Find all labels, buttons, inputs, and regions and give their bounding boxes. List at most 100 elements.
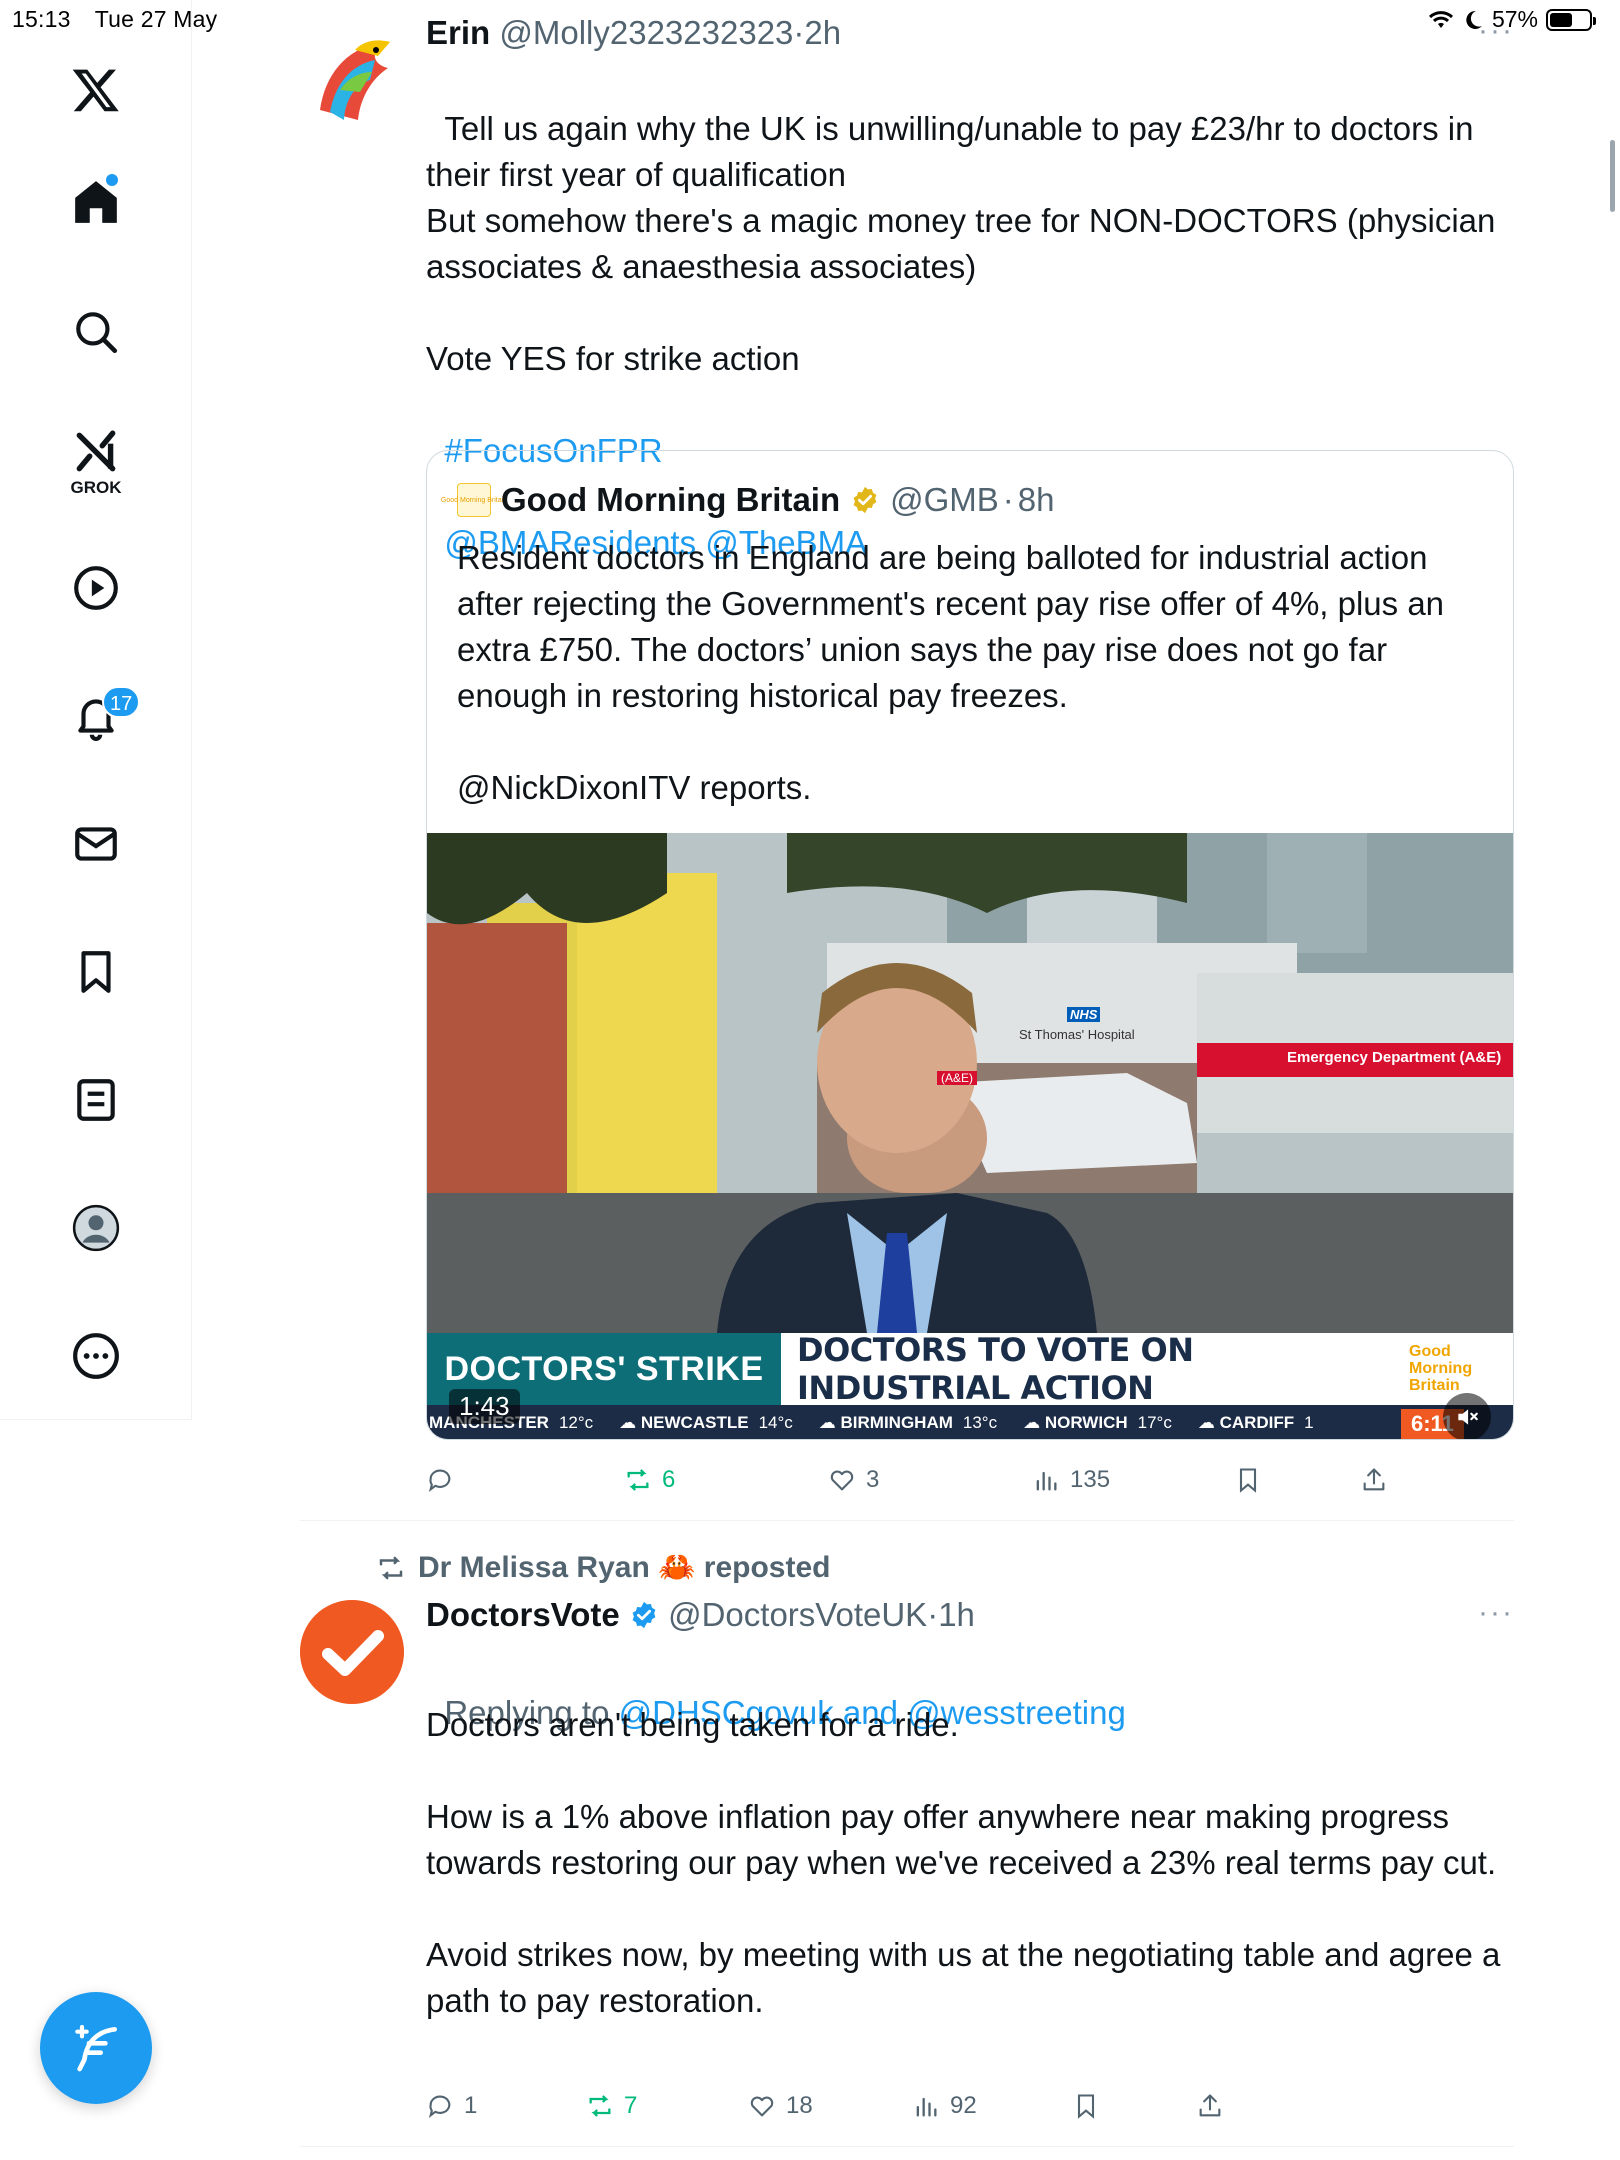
reply-icon bbox=[428, 2095, 451, 2118]
quoted-time[interactable]: 8h bbox=[1018, 481, 1055, 519]
search-icon[interactable] bbox=[66, 302, 126, 362]
repost-icon bbox=[589, 2095, 611, 2117]
tweet1-actions: 6 3 135 bbox=[0, 1460, 1620, 1500]
grok-icon[interactable] bbox=[66, 422, 126, 482]
scrollbar-thumb[interactable] bbox=[1610, 140, 1615, 212]
nhs-logo: NHS bbox=[1067, 1007, 1101, 1022]
battery-icon bbox=[1546, 8, 1596, 31]
tweet2-header: DoctorsVote @DoctorsVoteUK·1h bbox=[426, 1596, 975, 1634]
tweet2-author-name[interactable]: DoctorsVote bbox=[426, 1596, 620, 1633]
weather-item: ☁ CARDIFF 1 bbox=[1198, 1413, 1314, 1433]
tweet2-repost-button[interactable]: 7 bbox=[586, 2092, 637, 2120]
speaker-muted-icon bbox=[1458, 1409, 1478, 1425]
hospital-sign: St Thomas' Hospital bbox=[1019, 1027, 1135, 1042]
grok-label: GROK bbox=[70, 478, 122, 497]
bookmark-icon bbox=[1239, 1468, 1257, 1493]
tweet1-share-button[interactable] bbox=[1360, 1466, 1388, 1494]
tweet2-text: Doctors aren't being taken for a ride. H… bbox=[426, 1706, 1501, 2019]
tweet1-reply-button[interactable] bbox=[426, 1466, 464, 1494]
repost-icon bbox=[627, 1469, 649, 1491]
emergency-department-sign: Emergency Department (A&E) bbox=[1287, 1049, 1502, 1066]
share-icon bbox=[1199, 2094, 1221, 2117]
tweet2-like-button[interactable]: 18 bbox=[748, 2092, 813, 2120]
heart-icon bbox=[830, 1470, 854, 1491]
share-icon bbox=[1363, 1468, 1385, 1491]
tweet1-like-count: 3 bbox=[866, 1466, 880, 1493]
news-ticker: DOCTORS' STRIKE DOCTORS TO VOTE ON INDUS… bbox=[427, 1331, 1513, 1407]
ticker-gmb-logo: Good Morning Britain bbox=[1395, 1333, 1513, 1405]
repost-icon bbox=[379, 1556, 403, 1579]
tweet1-dot: · bbox=[793, 14, 805, 51]
ticker-headline: DOCTORS TO VOTE ON INDUSTRIAL ACTION bbox=[781, 1331, 1395, 1407]
tweet2-author-handle[interactable]: @DoctorsVoteUK bbox=[668, 1596, 927, 1633]
quoted-author-name[interactable]: Good Morning Britain bbox=[501, 481, 840, 519]
video-play-icon[interactable] bbox=[66, 558, 126, 618]
weather-temp: 12°c bbox=[558, 1413, 594, 1432]
quoted-tweet-text: Resident doctors in England are being ba… bbox=[457, 539, 1445, 806]
tweet2-bookmark-button[interactable] bbox=[1072, 2092, 1100, 2120]
tweet1-view-count: 135 bbox=[1070, 1466, 1111, 1493]
notifications-badge: 17 bbox=[102, 686, 141, 718]
quoted-tweet-card[interactable]: Good Morning Britain Good Morning Britai… bbox=[426, 450, 1514, 1440]
tweet2-dot: · bbox=[927, 1596, 939, 1633]
tweet-divider bbox=[300, 1520, 1514, 1521]
quoted-dot: · bbox=[1002, 481, 1014, 518]
tweet2-repost-count: 7 bbox=[624, 2092, 638, 2119]
weather-temp: 17°c bbox=[1137, 1413, 1172, 1432]
weather-city: ☁ NEWCASTLE bbox=[619, 1413, 749, 1432]
bookmark-icon bbox=[1077, 2094, 1095, 2119]
tweet-divider bbox=[300, 2146, 1514, 2147]
quoted-author-handle[interactable]: @GMB bbox=[890, 481, 999, 519]
weather-item: ☁ NEWCASTLE 14°c bbox=[619, 1413, 793, 1433]
weather-strip: MANCHESTER12°c☁ NEWCASTLE14°c☁ BIRMINGHA… bbox=[427, 1405, 1513, 1439]
reply-icon bbox=[428, 1469, 451, 1492]
video-duration: 1:43 bbox=[449, 1389, 520, 1424]
mute-button[interactable] bbox=[1443, 1393, 1491, 1439]
tweet1-repost-count: 6 bbox=[662, 1466, 676, 1493]
weather-city: ☁ BIRMINGHAM bbox=[818, 1413, 953, 1432]
tweet2-share-button[interactable] bbox=[1196, 2092, 1224, 2120]
tweet1-author-name[interactable]: Erin bbox=[426, 14, 490, 51]
doctorsvote-avatar[interactable] bbox=[300, 1600, 404, 1704]
messages-envelope-icon[interactable] bbox=[66, 814, 126, 874]
views-chart-icon bbox=[916, 2097, 937, 2117]
erin-avatar[interactable] bbox=[300, 20, 404, 124]
tweet1-more-icon[interactable]: ··· bbox=[1478, 14, 1514, 48]
tweet2-time[interactable]: 1h bbox=[938, 1596, 975, 1633]
verified-gold-badge-icon bbox=[853, 486, 877, 514]
weather-temp: 13°c bbox=[962, 1413, 998, 1432]
tweet2-reply-count: 1 bbox=[464, 2092, 478, 2119]
more-options-icon[interactable] bbox=[66, 1326, 126, 1386]
x-logo-icon[interactable] bbox=[66, 60, 126, 120]
tweet2-like-count: 18 bbox=[786, 2092, 813, 2119]
bookmark-icon[interactable] bbox=[66, 942, 126, 1002]
tweet1-repost-button[interactable]: 6 bbox=[624, 1466, 675, 1494]
repost-attribution[interactable]: Dr Melissa Ryan 🦀 reposted bbox=[376, 1550, 831, 1585]
compose-feather-icon bbox=[75, 2024, 117, 2072]
tweet2-view-count: 92 bbox=[950, 2092, 977, 2119]
weather-item: ☁ NORWICH 17°c bbox=[1023, 1413, 1172, 1433]
gmb-avatar[interactable]: Good Morning Britain bbox=[441, 483, 507, 517]
tweet1-text: Tell us again why the UK is unwilling/un… bbox=[426, 110, 1496, 377]
tweet2-views-button[interactable]: 92 bbox=[912, 2092, 977, 2120]
weather-item: ☁ BIRMINGHAM 13°c bbox=[819, 1413, 997, 1433]
profile-avatar-icon[interactable] bbox=[66, 1198, 126, 1258]
tweet1-like-button[interactable]: 3 bbox=[828, 1466, 879, 1494]
weather-city: ☁ CARDIFF bbox=[1197, 1413, 1295, 1432]
wifi-icon bbox=[1428, 10, 1453, 28]
quoted-tweet-header: Good Morning Britain Good Morning Britai… bbox=[441, 481, 1055, 519]
video-player[interactable]: NHS St Thomas' Hospital (A&E) Emergency … bbox=[427, 833, 1513, 1439]
tweet1-views-button[interactable]: 135 bbox=[1032, 1466, 1110, 1494]
sidebar: GROK 17 bbox=[0, 0, 192, 1420]
tweet1-time[interactable]: 2h bbox=[804, 14, 841, 51]
home-unread-dot bbox=[106, 174, 118, 186]
views-chart-icon bbox=[1036, 1471, 1057, 1491]
tweet2-more-icon[interactable]: ··· bbox=[1478, 1596, 1514, 1630]
weather-city: ☁ NORWICH bbox=[1023, 1413, 1128, 1432]
tweet1-header: Erin @Molly2323232323·2h bbox=[426, 14, 841, 52]
tweet2-reply-button[interactable]: 1 bbox=[426, 2092, 477, 2120]
lists-icon[interactable] bbox=[66, 1070, 126, 1130]
verified-blue-badge-icon bbox=[632, 1601, 656, 1629]
tweet1-bookmark-button[interactable] bbox=[1234, 1466, 1262, 1494]
tweet1-author-handle[interactable]: @Molly2323232323 bbox=[499, 14, 793, 51]
